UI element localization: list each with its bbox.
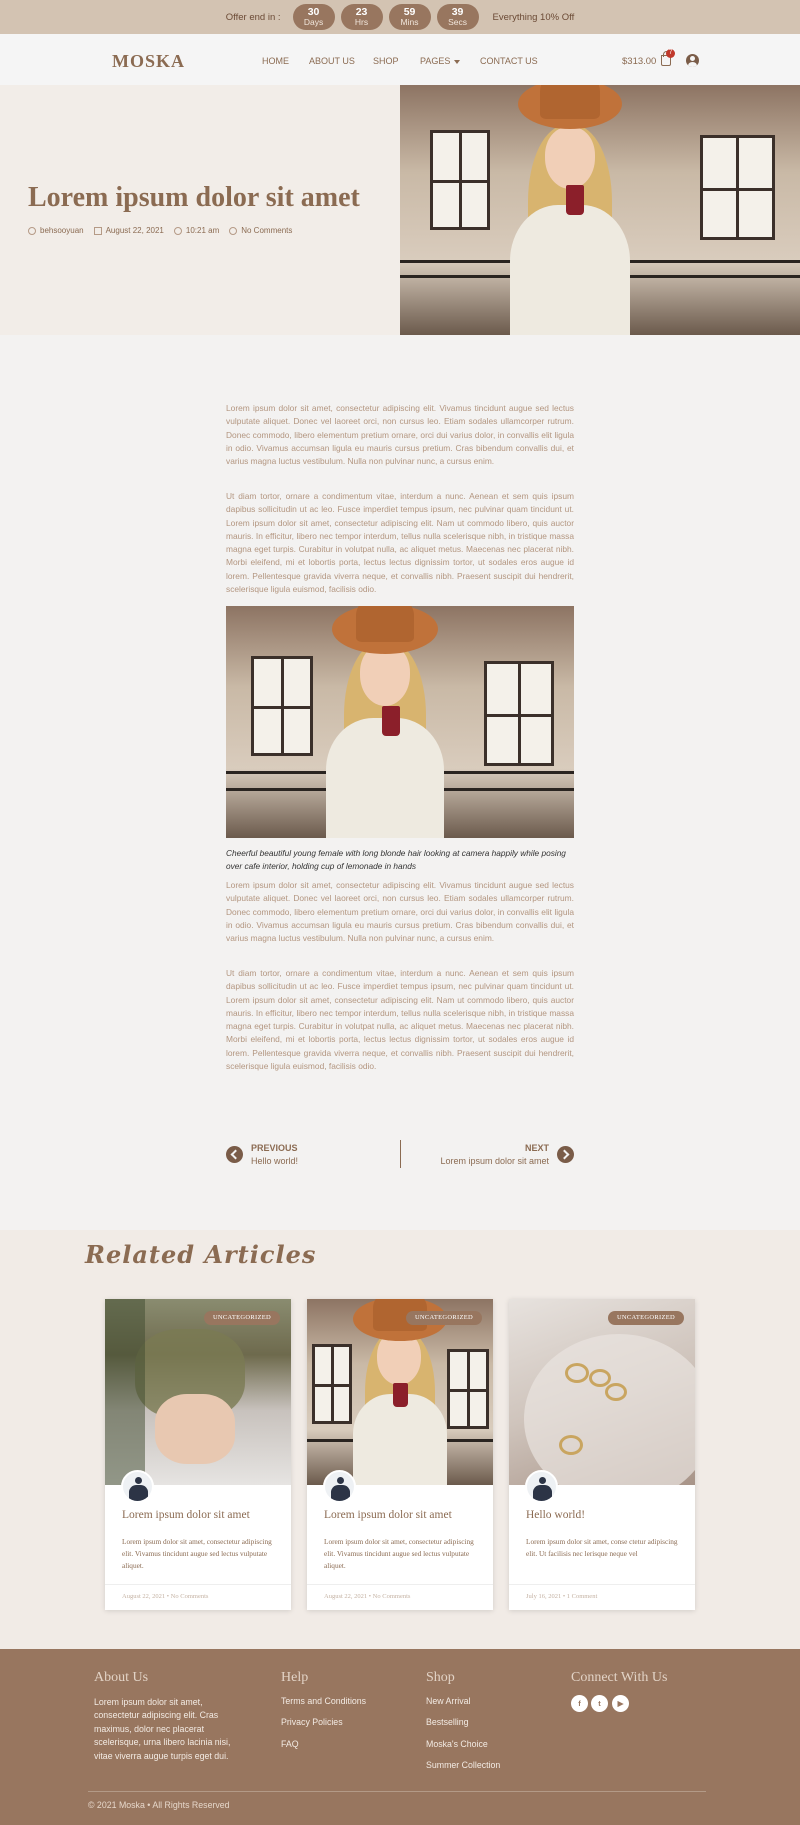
offer-bar: Offer end in : 30 Days 23 Hrs 59 Mins 39 Sec… (0, 0, 800, 34)
offer-label: Offer end in : (225, 11, 281, 23)
post-navigation: PREVIOUS Hello world! NEXT Lorem ipsum d… (226, 1140, 574, 1170)
chevron-down-icon (454, 59, 461, 64)
countdown-days: 30 Days (292, 4, 335, 30)
article-card[interactable]: UNCATEGORIZED Hello world! Lorem ipsum d… (509, 1299, 695, 1610)
category-badge[interactable]: UNCATEGORIZED (405, 1311, 482, 1325)
countdown-seconds: 39 Secs (436, 4, 479, 30)
footer-link-faq[interactable]: FAQ (281, 1739, 299, 1749)
footer-link-new-arrival[interactable]: New Arrival (426, 1696, 470, 1706)
footer-link-moskas-choice[interactable]: Moska's Choice (426, 1739, 488, 1749)
author-avatar (323, 1470, 356, 1503)
post-comments[interactable]: No Comments (241, 226, 292, 235)
footer-help-heading: Help (281, 1670, 309, 1685)
twitter-icon[interactable]: t (591, 1695, 608, 1712)
article-image (226, 606, 574, 838)
article-paragraph: Ut diam tortor, ornare a condimentum vit… (226, 491, 574, 595)
post-time: 10:21 am (185, 226, 220, 235)
next-post-title[interactable]: Lorem ipsum dolor sit amet (440, 1156, 549, 1166)
category-badge[interactable]: UNCATEGORIZED (203, 1311, 280, 1325)
category-badge[interactable]: UNCATEGORIZED (607, 1311, 684, 1325)
card-title[interactable]: Lorem ipsum dolor sit amet (122, 1509, 250, 1521)
article-paragraph: Lorem ipsum dolor sit amet, consectetur … (226, 880, 574, 944)
author-avatar (121, 1470, 154, 1503)
promo-text: Everything 10% Off (492, 11, 575, 23)
post-date[interactable]: August 22, 2021 (106, 226, 164, 235)
article-card[interactable]: UNCATEGORIZED Lorem ipsum dolor sit amet… (105, 1299, 291, 1610)
youtube-icon[interactable]: ▶ (612, 1695, 629, 1712)
divider (400, 1140, 401, 1168)
card-excerpt: Lorem ipsum dolor sit amet, consectetur … (122, 1537, 272, 1570)
footer-link-terms[interactable]: Terms and Conditions (281, 1696, 366, 1706)
footer-link-summer-collection[interactable]: Summer Collection (426, 1760, 500, 1770)
footer-connect-heading: Connect With Us (571, 1670, 668, 1685)
footer-shop-heading: Shop (426, 1670, 455, 1685)
featured-image (400, 85, 800, 335)
card-image[interactable] (307, 1299, 493, 1485)
author-avatar (525, 1470, 558, 1503)
image-caption: Cheerful beautiful young female with lon… (226, 848, 566, 871)
card-title[interactable]: Lorem ipsum dolor sit amet (324, 1509, 452, 1521)
site-logo[interactable]: MOSKA (112, 51, 185, 72)
card-meta: July 16, 2021 • 1 Comment (509, 1584, 695, 1600)
footer-divider (88, 1791, 706, 1792)
article-card[interactable]: UNCATEGORIZED Lorem ipsum dolor sit amet… (307, 1299, 493, 1610)
card-image[interactable] (509, 1299, 695, 1485)
footer-link-bestselling[interactable]: Bestselling (426, 1717, 469, 1727)
footer-link-privacy[interactable]: Privacy Policies (281, 1717, 343, 1727)
card-excerpt: Lorem ipsum dolor sit amet, conse ctetur… (526, 1537, 678, 1558)
nav-home[interactable]: HOME (262, 56, 289, 66)
copyright: © 2021 Moska • All Rights Reserved (88, 1800, 230, 1810)
nav-shop[interactable]: SHOP (373, 56, 399, 66)
arrow-left-icon[interactable] (226, 1146, 243, 1163)
nav-about-us[interactable]: ABOUT US (309, 56, 355, 66)
previous-label[interactable]: PREVIOUS (251, 1143, 298, 1153)
countdown-hours: 23 Hrs (340, 4, 383, 30)
nav-pages[interactable]: PAGES (420, 56, 461, 66)
next-label[interactable]: NEXT (525, 1143, 549, 1153)
countdown-minutes: 59 Mins (388, 4, 431, 30)
site-header: MOSKA HOME ABOUT US SHOP PAGES CONTACT U… (0, 34, 800, 85)
post-meta: behsooyuan August 22, 2021 10:21 am No C… (28, 226, 302, 235)
page-title: Lorem ipsum dolor sit amet (28, 182, 360, 213)
arrow-right-icon[interactable] (557, 1146, 574, 1163)
post-author[interactable]: behsooyuan (40, 226, 84, 235)
article-paragraph: Lorem ipsum dolor sit amet, consectetur … (226, 403, 574, 467)
card-title[interactable]: Hello world! (526, 1509, 585, 1521)
card-meta: August 22, 2021 • No Comments (307, 1584, 493, 1600)
card-excerpt: Lorem ipsum dolor sit amet, consectetur … (324, 1537, 474, 1570)
cart-count-badge: 7 (666, 49, 675, 58)
card-meta: August 22, 2021 • No Comments (105, 1584, 291, 1600)
card-image[interactable] (105, 1299, 291, 1485)
clock-icon (173, 226, 182, 235)
cart-total[interactable]: $313.00 (622, 56, 656, 67)
user-account-icon[interactable] (686, 54, 699, 67)
footer-about-text: Lorem ipsum dolor sit amet, consectetur … (94, 1697, 231, 1761)
related-heading: Related Articles (85, 1240, 317, 1269)
footer-about-heading: About Us (94, 1670, 149, 1685)
previous-post-title[interactable]: Hello world! (251, 1156, 298, 1166)
calendar-icon (93, 226, 102, 235)
user-icon (28, 226, 36, 235)
comment-icon (229, 226, 238, 235)
nav-contact-us[interactable]: CONTACT US (480, 56, 538, 66)
article-paragraph: Ut diam tortor, ornare a condimentum vit… (226, 968, 574, 1072)
facebook-icon[interactable]: f (571, 1695, 588, 1712)
